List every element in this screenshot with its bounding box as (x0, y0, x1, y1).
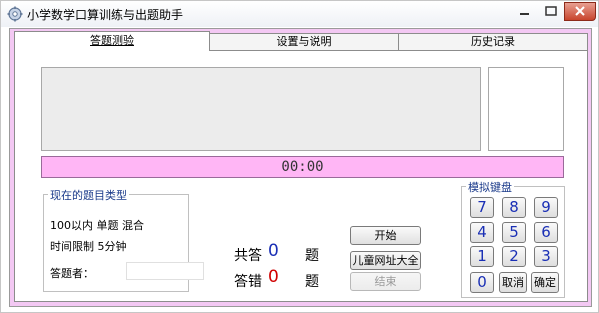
keyboard-title: 模拟键盘 (466, 179, 514, 195)
wrong-answers-count: 0 (268, 267, 279, 287)
answerer-input[interactable] (126, 262, 204, 280)
total-answered-unit: 题 (305, 248, 319, 264)
timer-value: 00:00 (281, 159, 324, 175)
question-type-group: 现在的题目类型 100以内 单题 混合 时间限制 5分钟 答题者： (43, 187, 204, 292)
maximize-icon (545, 6, 557, 16)
key-7[interactable]: 7 (470, 197, 494, 218)
question-display (41, 67, 481, 151)
answerer-label: 答题者： (50, 267, 94, 280)
key-9[interactable]: 9 (534, 197, 558, 218)
key-5[interactable]: 5 (502, 222, 526, 243)
key-2[interactable]: 2 (502, 246, 526, 267)
question-type-line: 100以内 单题 混合 (50, 219, 144, 232)
end-button[interactable]: 结束 (350, 272, 421, 291)
key-8[interactable]: 8 (502, 197, 526, 218)
minimize-icon (520, 13, 529, 15)
tab-label: 设置与说明 (276, 35, 332, 48)
virtual-keyboard: 模拟键盘 7 8 9 4 5 6 1 2 3 0 取消 确定 (461, 179, 565, 298)
cancel-key[interactable]: 取消 (499, 272, 527, 293)
group-title: 现在的题目类型 (48, 187, 129, 203)
title-bar: 小学数学口算训练与出题助手 (1, 1, 598, 27)
wrong-answers-unit: 题 (305, 274, 319, 290)
minimize-button[interactable] (511, 2, 538, 21)
app-window: 小学数学口算训练与出题助手 答题测验 设置与说明 历史记录 00:00 现在的题… (0, 0, 599, 313)
total-answered-label: 共答 (234, 248, 262, 264)
tab-settings-help[interactable]: 设置与说明 (206, 33, 402, 51)
time-limit-line: 时间限制 5分钟 (50, 240, 127, 253)
start-button[interactable]: 开始 (350, 226, 421, 245)
quiz-panel: 00:00 现在的题目类型 100以内 单题 混合 时间限制 5分钟 答题者： … (14, 50, 588, 302)
total-answered-count: 0 (268, 241, 279, 261)
tab-label: 答题测验 (90, 34, 134, 47)
gear-icon (7, 6, 23, 22)
tab-answer-quiz[interactable]: 答题测验 (14, 31, 210, 51)
client-area: 答题测验 设置与说明 历史记录 00:00 现在的题目类型 100以内 单题 混… (9, 28, 592, 307)
tab-label: 历史记录 (471, 35, 515, 48)
key-3[interactable]: 3 (534, 246, 558, 267)
key-0[interactable]: 0 (470, 272, 494, 293)
wrong-answers-label: 答错 (234, 274, 262, 290)
maximize-button[interactable] (538, 2, 564, 21)
confirm-key[interactable]: 确定 (531, 272, 559, 293)
close-button[interactable] (564, 2, 596, 21)
key-6[interactable]: 6 (534, 222, 558, 243)
close-icon (575, 6, 585, 16)
picture-box (488, 67, 564, 151)
tab-history[interactable]: 历史记录 (398, 33, 588, 51)
key-1[interactable]: 1 (470, 246, 494, 267)
key-4[interactable]: 4 (470, 222, 494, 243)
timer-bar: 00:00 (41, 156, 564, 178)
window-title: 小学数学口算训练与出题助手 (27, 8, 184, 22)
kids-sites-button[interactable]: 儿童网址大全 (350, 251, 421, 270)
